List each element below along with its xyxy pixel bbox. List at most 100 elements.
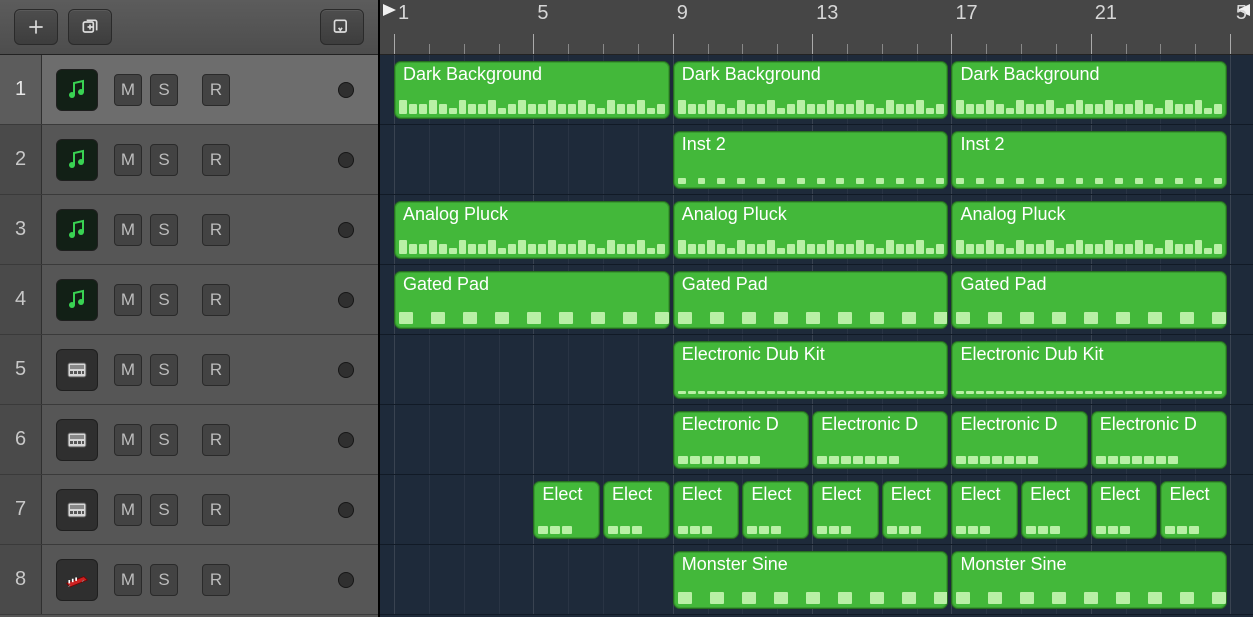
- midi-region[interactable]: Analog Pluck: [673, 201, 949, 259]
- record-enable-button[interactable]: R: [202, 144, 230, 176]
- region-label: Elect: [534, 482, 599, 507]
- midi-region[interactable]: Electronic Dub Kit: [673, 341, 949, 399]
- midi-region[interactable]: Gated Pad: [951, 271, 1227, 329]
- record-enable-button[interactable]: R: [202, 74, 230, 106]
- midi-region[interactable]: Inst 2: [951, 131, 1227, 189]
- midi-region[interactable]: Elect: [1021, 481, 1088, 539]
- mute-button[interactable]: M: [114, 144, 142, 176]
- mute-button[interactable]: M: [114, 424, 142, 456]
- track-header[interactable]: 6 MSR: [0, 405, 378, 475]
- timeline-ruler[interactable]: 159131721 5: [380, 0, 1253, 55]
- midi-region[interactable]: Gated Pad: [394, 271, 670, 329]
- midi-region[interactable]: Elect: [533, 481, 600, 539]
- record-enable-button[interactable]: R: [202, 354, 230, 386]
- track-header[interactable]: 2 MSR: [0, 125, 378, 195]
- midi-region[interactable]: Electronic D: [812, 411, 948, 469]
- mute-button[interactable]: M: [114, 564, 142, 596]
- region-label: Analog Pluck: [395, 202, 669, 227]
- midi-region[interactable]: Analog Pluck: [951, 201, 1227, 259]
- drum-machine-icon[interactable]: [56, 419, 98, 461]
- midi-region[interactable]: Electronic D: [673, 411, 809, 469]
- midi-region[interactable]: Elect: [882, 481, 949, 539]
- midi-region[interactable]: Elect: [951, 481, 1018, 539]
- daw-window: 1MSR2MSR3MSR4MSR5MSR6MSR7MSR8MSR 1591317…: [0, 0, 1253, 617]
- track-lane[interactable]: Gated PadGated PadGated Pad: [380, 265, 1253, 335]
- mute-button[interactable]: M: [114, 494, 142, 526]
- midi-region[interactable]: Gated Pad: [673, 271, 949, 329]
- solo-button[interactable]: S: [150, 564, 178, 596]
- track-header[interactable]: 7 MSR: [0, 475, 378, 545]
- keyboard-icon[interactable]: [56, 559, 98, 601]
- track-lane[interactable]: Electronic DElectronic DElectronic DElec…: [380, 405, 1253, 475]
- track-lane[interactable]: Inst 2Inst 2: [380, 125, 1253, 195]
- track-lane[interactable]: Monster SineMonster Sine: [380, 545, 1253, 615]
- midi-region[interactable]: Elect: [742, 481, 809, 539]
- midi-region[interactable]: Elect: [812, 481, 879, 539]
- midi-region[interactable]: Monster Sine: [673, 551, 949, 609]
- drum-machine-icon[interactable]: [56, 489, 98, 531]
- mute-button[interactable]: M: [114, 74, 142, 106]
- track-number[interactable]: 1: [0, 55, 42, 124]
- duplicate-track-button[interactable]: [68, 9, 112, 45]
- track-number[interactable]: 7: [0, 475, 42, 544]
- solo-button[interactable]: S: [150, 354, 178, 386]
- track-number[interactable]: 6: [0, 405, 42, 474]
- software-instrument-icon[interactable]: [56, 279, 98, 321]
- arrange-area[interactable]: 159131721 5 Dark BackgroundDark Backgrou…: [380, 0, 1253, 617]
- midi-region[interactable]: Elect: [603, 481, 670, 539]
- solo-button[interactable]: S: [150, 494, 178, 526]
- solo-button[interactable]: S: [150, 284, 178, 316]
- midi-region[interactable]: Electronic D: [1091, 411, 1227, 469]
- track-number[interactable]: 2: [0, 125, 42, 194]
- software-instrument-icon[interactable]: [56, 139, 98, 181]
- midi-region[interactable]: Elect: [1160, 481, 1227, 539]
- track-number[interactable]: 8: [0, 545, 42, 614]
- track-number[interactable]: 5: [0, 335, 42, 404]
- midi-region[interactable]: Monster Sine: [951, 551, 1227, 609]
- track-header[interactable]: 1 MSR: [0, 55, 378, 125]
- record-enable-button[interactable]: R: [202, 284, 230, 316]
- track-lane[interactable]: Dark BackgroundDark BackgroundDark Backg…: [380, 55, 1253, 125]
- mute-button[interactable]: M: [114, 214, 142, 246]
- midi-region[interactable]: Elect: [1091, 481, 1158, 539]
- drum-machine-icon[interactable]: [56, 349, 98, 391]
- solo-button[interactable]: S: [150, 74, 178, 106]
- record-enable-button[interactable]: R: [202, 214, 230, 246]
- midi-region[interactable]: Inst 2: [673, 131, 949, 189]
- track-lane[interactable]: ElectElectElectElectElectElectElectElect…: [380, 475, 1253, 545]
- record-enable-button[interactable]: R: [202, 494, 230, 526]
- track-header[interactable]: 8 MSR: [0, 545, 378, 615]
- mute-button[interactable]: M: [114, 354, 142, 386]
- track-number[interactable]: 4: [0, 265, 42, 334]
- midi-region[interactable]: Dark Background: [394, 61, 670, 119]
- bar-label: 1: [398, 2, 409, 25]
- track-header[interactable]: 3 MSR: [0, 195, 378, 265]
- midi-region[interactable]: Dark Background: [673, 61, 949, 119]
- solo-button[interactable]: S: [150, 144, 178, 176]
- bar-label: 21: [1095, 2, 1117, 25]
- record-enable-button[interactable]: R: [202, 424, 230, 456]
- software-instrument-icon[interactable]: [56, 69, 98, 111]
- midi-region[interactable]: Dark Background: [951, 61, 1227, 119]
- region-label: Gated Pad: [395, 272, 669, 297]
- region-label: Elect: [674, 482, 739, 507]
- track-lane[interactable]: Electronic Dub KitElectronic Dub Kit: [380, 335, 1253, 405]
- midi-region[interactable]: Elect: [673, 481, 740, 539]
- midi-region[interactable]: Analog Pluck: [394, 201, 670, 259]
- track-header[interactable]: 5 MSR: [0, 335, 378, 405]
- track-lane[interactable]: Analog PluckAnalog PluckAnalog Pluck: [380, 195, 1253, 265]
- track-number[interactable]: 3: [0, 195, 42, 264]
- midi-region[interactable]: Electronic Dub Kit: [951, 341, 1227, 399]
- track-options-button[interactable]: [320, 9, 364, 45]
- record-indicator: [338, 222, 354, 238]
- track-header[interactable]: 4 MSR: [0, 265, 378, 335]
- midi-region[interactable]: Electronic D: [951, 411, 1087, 469]
- region-label: Monster Sine: [674, 552, 948, 577]
- add-track-button[interactable]: [14, 9, 58, 45]
- solo-button[interactable]: S: [150, 424, 178, 456]
- record-enable-button[interactable]: R: [202, 564, 230, 596]
- track-lanes[interactable]: Dark BackgroundDark BackgroundDark Backg…: [380, 55, 1253, 615]
- software-instrument-icon[interactable]: [56, 209, 98, 251]
- mute-button[interactable]: M: [114, 284, 142, 316]
- solo-button[interactable]: S: [150, 214, 178, 246]
